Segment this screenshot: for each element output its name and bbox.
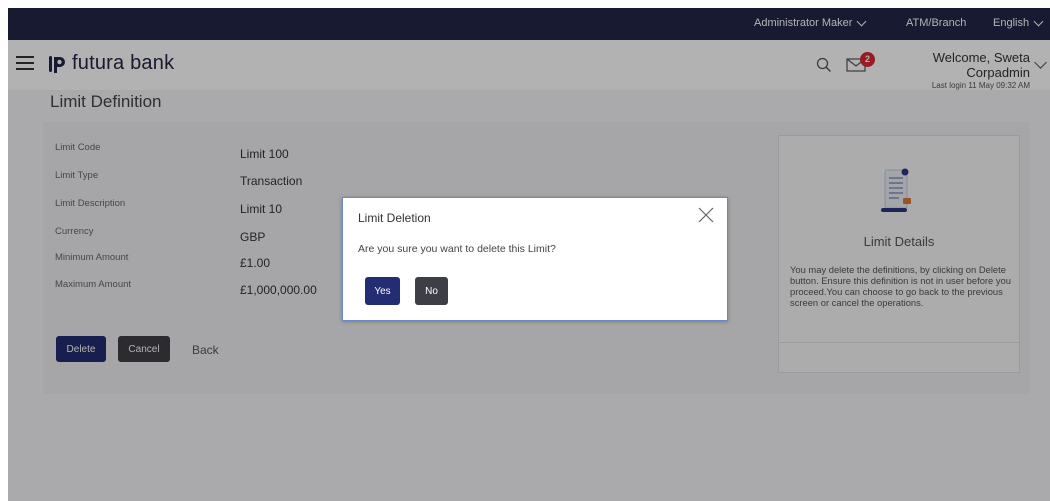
app-frame: Administrator Maker ATM/Branch English f… [8, 8, 1050, 501]
dialog-message: Are you sure you want to delete this Lim… [358, 243, 556, 255]
close-icon[interactable] [697, 206, 715, 224]
no-button[interactable]: No [415, 277, 448, 305]
confirm-dialog: Limit Deletion Are you sure you want to … [342, 197, 728, 321]
yes-button[interactable]: Yes [365, 277, 400, 305]
dialog-title: Limit Deletion [358, 211, 431, 225]
